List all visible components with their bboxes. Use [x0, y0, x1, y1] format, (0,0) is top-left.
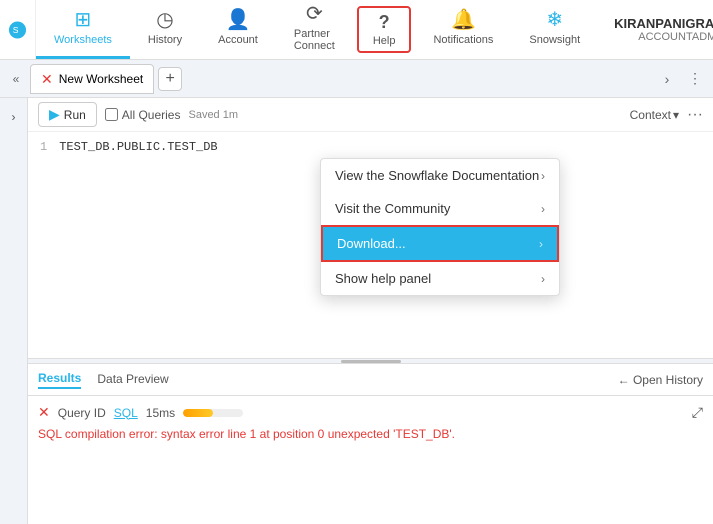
main-area: › ▶ Run All Queries Saved 1m Context ▾ ·… — [0, 98, 713, 524]
expand-icon[interactable]: ⤢ — [692, 404, 703, 421]
tab-label: New Worksheet — [59, 72, 143, 86]
user-info: KIRANPANIGRAHI ACCOUNTADMIN — [598, 0, 713, 59]
progress-bar — [183, 409, 243, 417]
account-icon: 👤 — [226, 10, 251, 30]
worksheet-tab[interactable]: ✕ New Worksheet — [30, 64, 154, 94]
results-area: Results Data Preview ← Open History ✕ Qu… — [28, 364, 713, 524]
context-button[interactable]: Context ▾ — [630, 108, 679, 122]
query-time: 15ms — [146, 406, 175, 420]
play-icon: ▶ — [49, 106, 60, 123]
dropdown-item-download[interactable]: Download... › — [321, 225, 559, 262]
chevron-right-icon-1: › — [541, 202, 545, 216]
run-button[interactable]: ▶ Run — [38, 102, 97, 127]
chevron-right-icon-0: › — [541, 169, 545, 183]
dropdown-item-help-panel[interactable]: Show help panel › — [321, 262, 559, 295]
nav-item-history[interactable]: ◷ History — [130, 0, 200, 59]
history-icon: ◷ — [156, 10, 173, 30]
nav-item-partner-connect[interactable]: ⟳ Partner Connect — [276, 0, 353, 59]
nav-label-help: Help — [373, 35, 396, 47]
help-icon: ? — [379, 13, 390, 31]
dropdown-item-documentation-label: View the Snowflake Documentation — [335, 168, 539, 183]
open-history-button[interactable]: ← Open History — [618, 373, 703, 387]
nav-label-snowsight: Snowsight — [529, 34, 580, 46]
nav-item-help[interactable]: ? Help — [357, 6, 412, 53]
dropdown-item-community-label: Visit the Community — [335, 201, 450, 216]
more-options-button[interactable]: ··· — [687, 106, 703, 124]
error-message: SQL compilation error: syntax error line… — [38, 427, 703, 441]
nav-item-notifications[interactable]: 🔔 Notifications — [415, 0, 511, 59]
code-content-1: TEST_DB.PUBLIC.TEST_DB — [59, 140, 217, 154]
nav-label-account: Account — [218, 34, 258, 46]
chevron-right-icon-2: › — [539, 237, 543, 251]
sidebar: › — [0, 98, 28, 524]
worksheets-icon: ⊞ — [75, 10, 92, 30]
nav-label-history: History — [148, 34, 182, 46]
all-queries-checkbox-area: All Queries — [105, 108, 181, 122]
saved-indicator: Saved 1m — [188, 109, 238, 121]
nav-label-notifications: Notifications — [433, 34, 493, 46]
nav-label-partner-connect: Partner Connect — [294, 28, 335, 52]
resizer-handle — [341, 360, 401, 363]
nav-item-worksheets[interactable]: ⊞ Worksheets — [36, 0, 130, 59]
query-id-label: Query ID — [58, 406, 106, 420]
sidebar-collapse-arrow[interactable]: › — [8, 106, 20, 128]
svg-text:S: S — [13, 24, 19, 34]
logo: S — [0, 0, 36, 59]
user-role: ACCOUNTADMIN — [638, 31, 713, 43]
context-label: Context — [630, 108, 671, 122]
line-number-1: 1 — [40, 140, 47, 154]
results-tab-results[interactable]: Results — [38, 371, 81, 389]
run-label: Run — [64, 108, 86, 122]
query-row: ✕ Query ID SQL 15ms ⤢ — [38, 404, 703, 421]
results-tabs-bar: Results Data Preview ← Open History — [28, 364, 713, 396]
progress-bar-fill — [183, 409, 213, 417]
results-content: ✕ Query ID SQL 15ms ⤢ SQL compilation er… — [28, 396, 713, 524]
partner-connect-icon: ⟳ — [306, 4, 323, 24]
dropdown-item-documentation[interactable]: View the Snowflake Documentation › — [321, 159, 559, 192]
tab-bar-right-arrow[interactable]: › — [655, 67, 679, 91]
query-error-icon: ✕ — [38, 404, 50, 421]
snowsight-icon: ❄ — [546, 10, 563, 30]
worksheet-toolbar: ▶ Run All Queries Saved 1m Context ▾ ··· — [28, 98, 713, 132]
dropdown-item-help-panel-label: Show help panel — [335, 271, 431, 286]
all-queries-checkbox[interactable] — [105, 108, 118, 121]
open-history-label: ← Open History — [618, 373, 703, 387]
dropdown-item-download-label: Download... — [337, 236, 406, 251]
chevron-right-icon-3: › — [541, 272, 545, 286]
data-preview-tab-label: Data Preview — [97, 372, 168, 386]
results-tab-label: Results — [38, 371, 81, 385]
all-queries-label: All Queries — [122, 108, 181, 122]
top-nav: S ⊞ Worksheets ◷ History 👤 Account ⟳ Par… — [0, 0, 713, 60]
nav-item-account[interactable]: 👤 Account — [200, 0, 276, 59]
tab-bar-overflow[interactable]: ⋮ — [683, 67, 707, 91]
tab-close-icon[interactable]: ✕ — [41, 72, 53, 86]
results-tab-data-preview[interactable]: Data Preview — [97, 372, 168, 388]
code-line-1: 1 TEST_DB.PUBLIC.TEST_DB — [40, 140, 701, 154]
nav-item-snowsight[interactable]: ❄ Snowsight — [511, 0, 598, 59]
add-tab-button[interactable]: + — [158, 67, 182, 91]
collapse-button[interactable]: « — [6, 69, 26, 89]
context-chevron-icon: ▾ — [673, 108, 679, 122]
notifications-icon: 🔔 — [451, 10, 476, 30]
help-dropdown-menu: View the Snowflake Documentation › Visit… — [320, 158, 560, 296]
nav-label-worksheets: Worksheets — [54, 34, 112, 46]
query-sql-link[interactable]: SQL — [114, 406, 138, 420]
user-name: KIRANPANIGRAHI — [614, 16, 713, 31]
dropdown-item-community[interactable]: Visit the Community › — [321, 192, 559, 225]
tab-bar: « ✕ New Worksheet + › ⋮ — [0, 60, 713, 98]
